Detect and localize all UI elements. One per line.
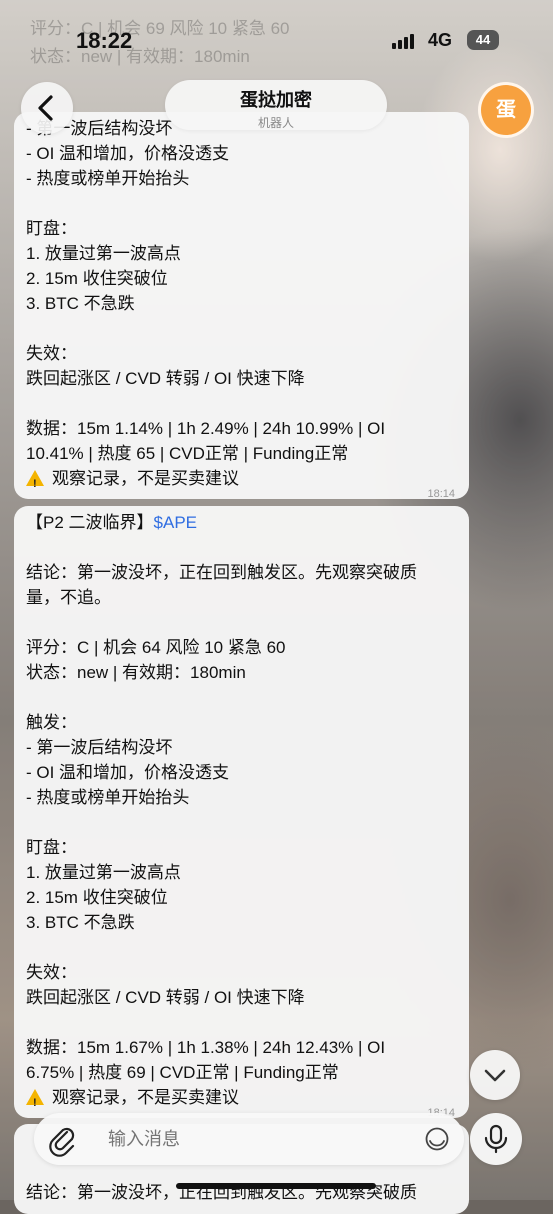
line-spacer: [26, 1010, 457, 1035]
emoji-button[interactable]: [424, 1126, 450, 1152]
message-line: 触发：: [26, 713, 77, 732]
ghost-text-line: 状态：new | 有效期：180min: [30, 47, 250, 66]
voice-button[interactable]: [470, 1113, 522, 1165]
message-line: 3. BTC 不急跌: [26, 913, 135, 932]
message-line: 数据：15m 1.67% | 1h 1.38% | 24h 12.43% | O…: [26, 1038, 386, 1057]
battery-icon: 44: [467, 30, 499, 50]
attach-button[interactable]: [42, 1119, 82, 1159]
message-bubble: 【P2 二波临界】$APE 结论：第一波没坏，正在回到触发区。先观察突破质 量，不…: [14, 506, 469, 1119]
ghost-text-line: 评分：C | 机会 69 风险 10 紧急 60: [30, 19, 290, 38]
message-notice: 观察记录，不是买卖建议: [26, 1085, 457, 1116]
message-line: 状态：new | 有效期：180min: [26, 663, 246, 682]
message-line: - OI 温和增加，价格没透支: [26, 144, 230, 163]
message-line: 量，不追。: [26, 588, 111, 607]
message-line: 1. 放量过第一波高点: [26, 863, 181, 882]
message-bubble: - 第一波后结构没坏 - OI 温和增加，价格没透支 - 热度或榜单开始抬头 盯盘：…: [14, 112, 469, 500]
message-line: 跌回起涨区 / CVD 转弱 / OI 快速下降: [26, 369, 305, 388]
message-notice: 观察记录，不是买卖建议: [26, 466, 457, 497]
ticker-link[interactable]: $APE: [154, 513, 197, 532]
message-line: 跌回起涨区 / CVD 转弱 / OI 快速下降: [26, 988, 305, 1007]
message-line: - 热度或榜单开始抬头: [26, 169, 190, 188]
warning-icon: [26, 1089, 44, 1116]
message-line: 盯盘：: [26, 838, 77, 857]
microphone-icon: [484, 1124, 508, 1154]
message-line: 6.75% | 热度 69 | CVD正常 | Funding正常: [26, 1063, 339, 1082]
message-input-bar: [34, 1113, 464, 1165]
paperclip-icon: [49, 1127, 75, 1157]
chevron-left-icon: [38, 95, 53, 121]
message-time: 18:14: [427, 488, 455, 500]
message-line: 盯盘：: [26, 219, 77, 238]
message-line: 失效：: [26, 963, 77, 982]
back-button[interactable]: [21, 82, 73, 134]
avatar[interactable]: 蛋: [478, 82, 534, 138]
message-line: 2. 15m 收住突破位: [26, 269, 168, 288]
home-indicator: [176, 1183, 376, 1189]
message-heading: 【P2 二波临界】$APE: [26, 510, 457, 535]
line-spacer: [26, 610, 457, 635]
message-line: 10.41% | 热度 65 | CVD正常 | Funding正常: [26, 444, 349, 463]
chat-name: 蛋挞加密: [240, 90, 312, 110]
line-spacer: [26, 191, 457, 216]
line-spacer: [26, 316, 457, 341]
emoji-icon: [425, 1127, 449, 1151]
network-type: 4G: [428, 30, 453, 50]
message-line: 失效：: [26, 344, 77, 363]
line-spacer: [26, 535, 457, 560]
message-line: 结论：第一波没坏，正在回到触发区。先观察突破质: [26, 563, 417, 582]
chat-title[interactable]: 蛋挞加密 机器人: [165, 80, 387, 130]
status-time: 18:22: [76, 28, 133, 53]
line-spacer: [26, 391, 457, 416]
line-spacer: [26, 810, 457, 835]
message-line: 3. BTC 不急跌: [26, 294, 135, 313]
status-bar: 评分：C | 机会 69 风险 10 紧急 60 状态：new | 有效期：18…: [0, 0, 553, 80]
message-line: - 第一波后结构没坏: [26, 738, 173, 757]
line-spacer: [26, 935, 457, 960]
notice-text: 观察记录，不是买卖建议: [52, 1088, 239, 1107]
warning-icon: [26, 470, 44, 497]
message-input[interactable]: [106, 1128, 410, 1151]
message-line: 评分：C | 机会 64 风险 10 紧急 60: [26, 638, 286, 657]
message-line: 数据：15m 1.14% | 1h 2.49% | 24h 10.99% | O…: [26, 419, 386, 438]
line-spacer: [26, 685, 457, 710]
message-line: - 热度或榜单开始抬头: [26, 788, 190, 807]
scroll-to-bottom-button[interactable]: [470, 1050, 520, 1100]
chat-subtitle: 机器人: [257, 116, 294, 130]
message-tag: 【P2 二波临界】: [26, 513, 154, 532]
cellular-signal-icon: [392, 34, 414, 49]
message-line: - OI 温和增加，价格没透支: [26, 763, 230, 782]
message-line: 1. 放量过第一波高点: [26, 244, 181, 263]
battery-level: 44: [475, 32, 491, 47]
notice-text: 观察记录，不是买卖建议: [52, 469, 239, 488]
chevron-down-icon: [484, 1069, 506, 1082]
message-line: 2. 15m 收住突破位: [26, 888, 168, 907]
